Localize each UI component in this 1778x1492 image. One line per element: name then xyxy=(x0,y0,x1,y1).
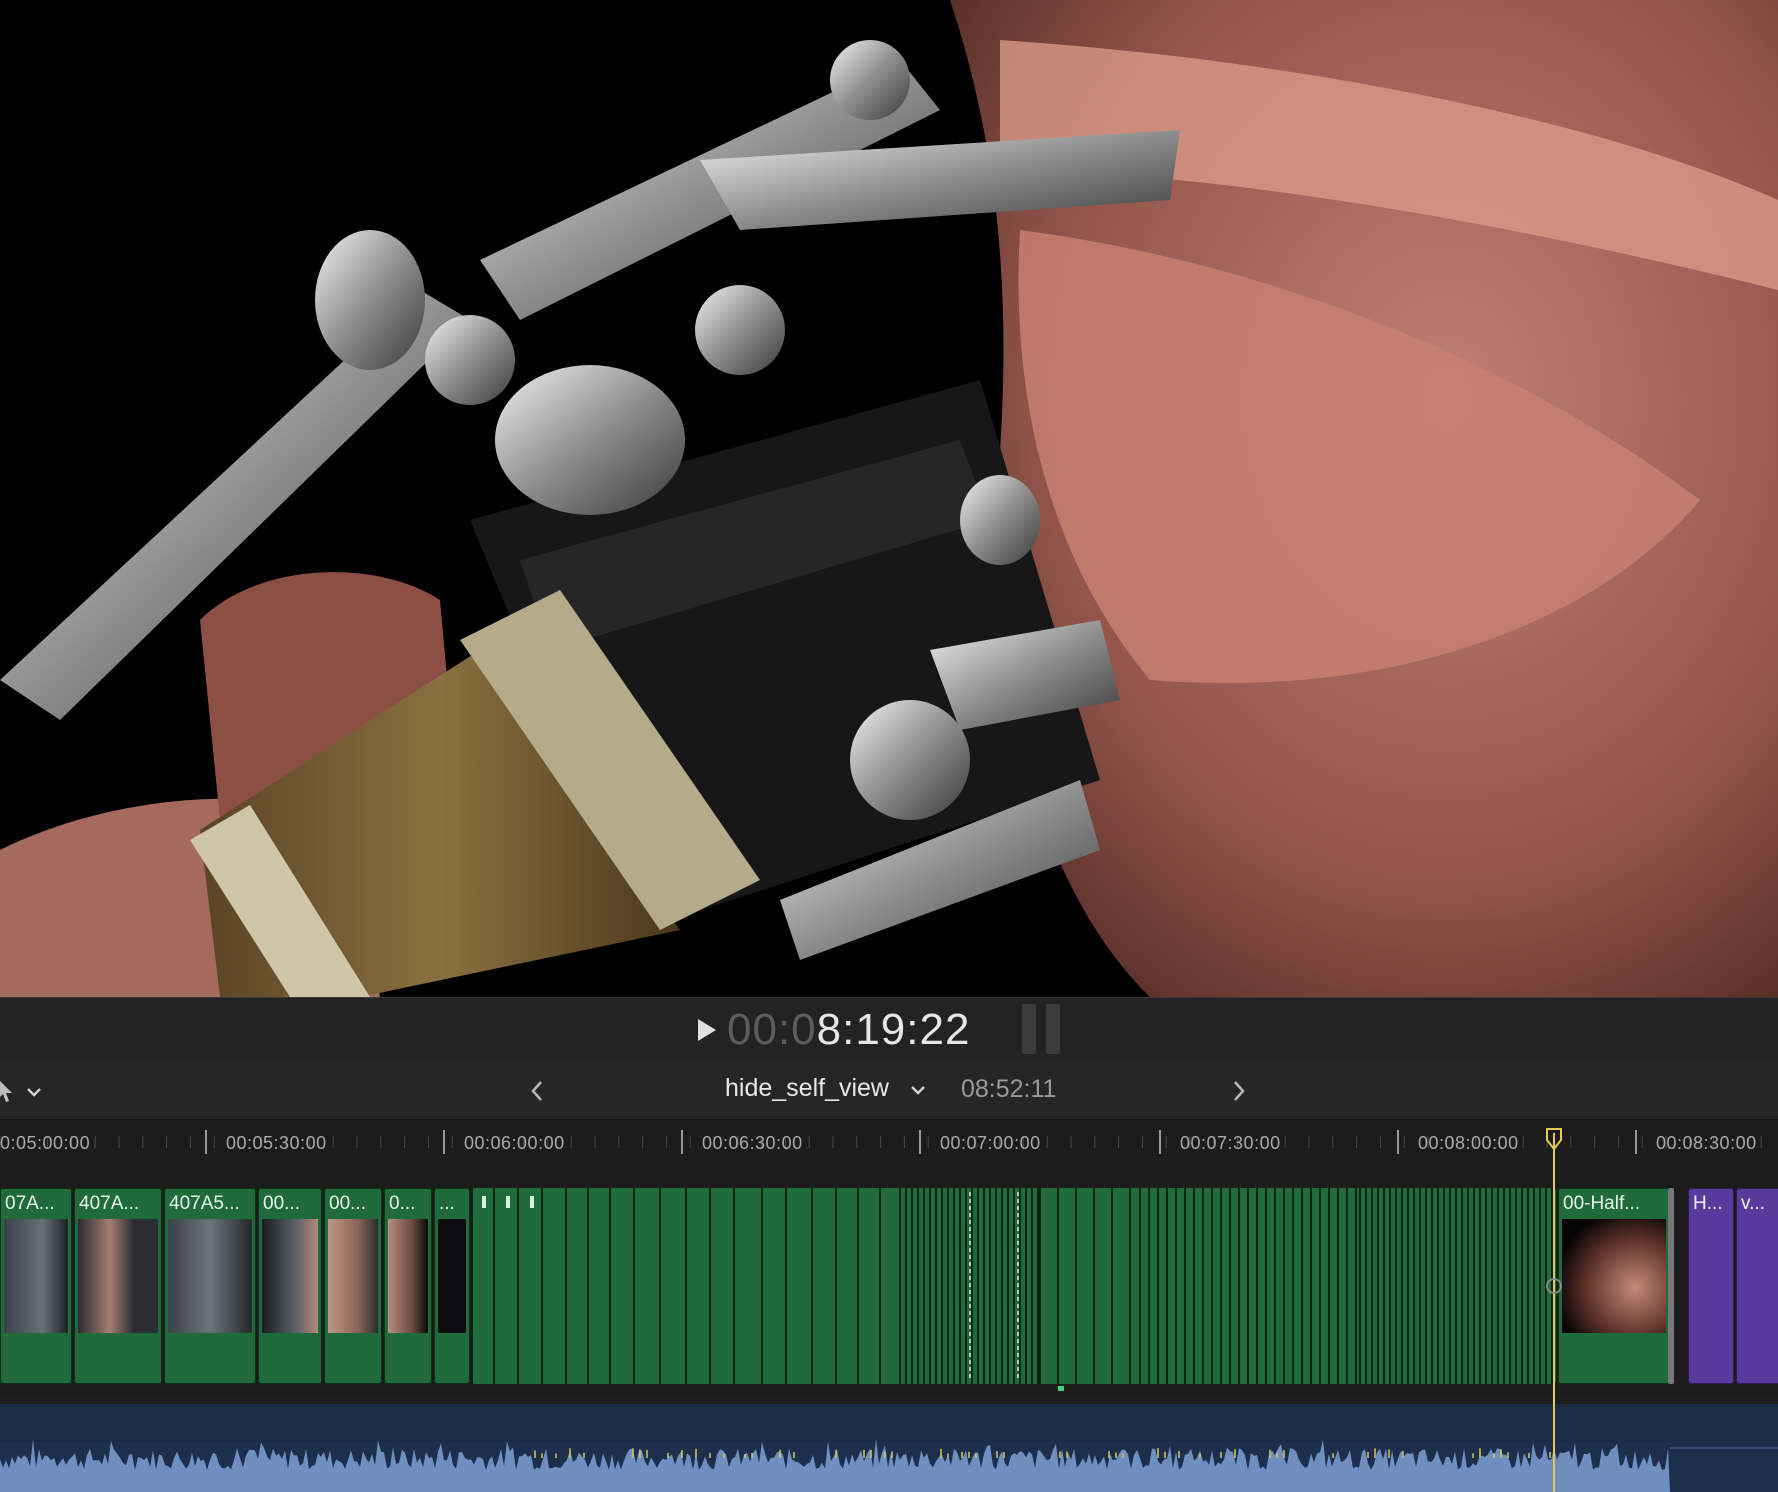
timeline-ruler[interactable]: 0:05:00:00 00:05:30:00 00:06:00:00 00:06… xyxy=(0,1120,1778,1168)
clip-name: v... xyxy=(1741,1193,1765,1214)
chevron-down-icon[interactable] xyxy=(909,1083,927,1097)
viewer-frame-image xyxy=(0,0,1778,997)
transport-bar: 00:08:19:22 xyxy=(0,997,1778,1062)
ruler-label: 00:08:30:00 xyxy=(1656,1133,1757,1153)
toggle-bar-right xyxy=(1046,1004,1060,1054)
clip-thumbnail xyxy=(1562,1219,1666,1333)
clip-name-fragment xyxy=(506,1196,510,1208)
back-arrow-icon[interactable] xyxy=(528,1079,546,1103)
ruler-label: 00:07:30:00 xyxy=(1180,1133,1281,1153)
clip-name: H... xyxy=(1693,1193,1723,1214)
ruler-label: 00:07:00:00 xyxy=(940,1133,1041,1153)
clip-name-fragment xyxy=(482,1196,486,1208)
timecode-dim: 00:0 xyxy=(727,1005,817,1054)
play-icon[interactable] xyxy=(694,1016,720,1044)
chevron-down-icon[interactable] xyxy=(26,1085,42,1097)
primary-storyline[interactable]: 07A... 407A... 407A5... 00... 00... 0...… xyxy=(0,1168,1778,1398)
timecode-lit: 8:19:22 xyxy=(816,1005,971,1054)
select-tool-icon[interactable] xyxy=(0,1079,16,1103)
playhead[interactable] xyxy=(1553,1133,1555,1492)
ruler-label: 00:06:00:00 xyxy=(464,1133,565,1153)
clip-end-handle[interactable] xyxy=(1668,1188,1674,1384)
marker-dot[interactable] xyxy=(1058,1386,1064,1391)
connected-clip[interactable]: v... xyxy=(1736,1188,1778,1384)
playhead-handle[interactable] xyxy=(1546,1128,1562,1151)
short-clips-region[interactable] xyxy=(0,1188,1560,1384)
clip-name-fragment xyxy=(530,1196,534,1208)
toggle-bar-left xyxy=(1022,1004,1036,1054)
ruler-label: 00:06:30:00 xyxy=(702,1133,803,1153)
ruler-label: 00:08:00:00 xyxy=(1418,1133,1519,1153)
audio-track[interactable] xyxy=(0,1404,1778,1492)
project-name[interactable]: hide_self_view xyxy=(725,1074,889,1103)
ruler-label: 0:05:00:00 xyxy=(0,1133,91,1153)
connected-clip[interactable]: H... xyxy=(1688,1188,1734,1384)
clip-name: 00-Half... xyxy=(1563,1193,1641,1214)
project-duration: 08:52:11 xyxy=(961,1075,1057,1103)
video-clip[interactable]: 00-Half... xyxy=(1558,1188,1670,1384)
timeline-header: hide_self_view 08:52:11 xyxy=(0,1061,1778,1120)
viewer-layout-toggle[interactable] xyxy=(1020,1004,1064,1054)
ruler-label: 00:05:30:00 xyxy=(226,1133,327,1153)
video-viewer[interactable] xyxy=(0,0,1778,997)
audio-waveform xyxy=(0,1404,1778,1492)
timecode-display[interactable]: 00:08:19:22 xyxy=(727,1002,970,1058)
playhead-clip-handle[interactable] xyxy=(1546,1278,1562,1294)
forward-arrow-icon[interactable] xyxy=(1230,1079,1248,1103)
